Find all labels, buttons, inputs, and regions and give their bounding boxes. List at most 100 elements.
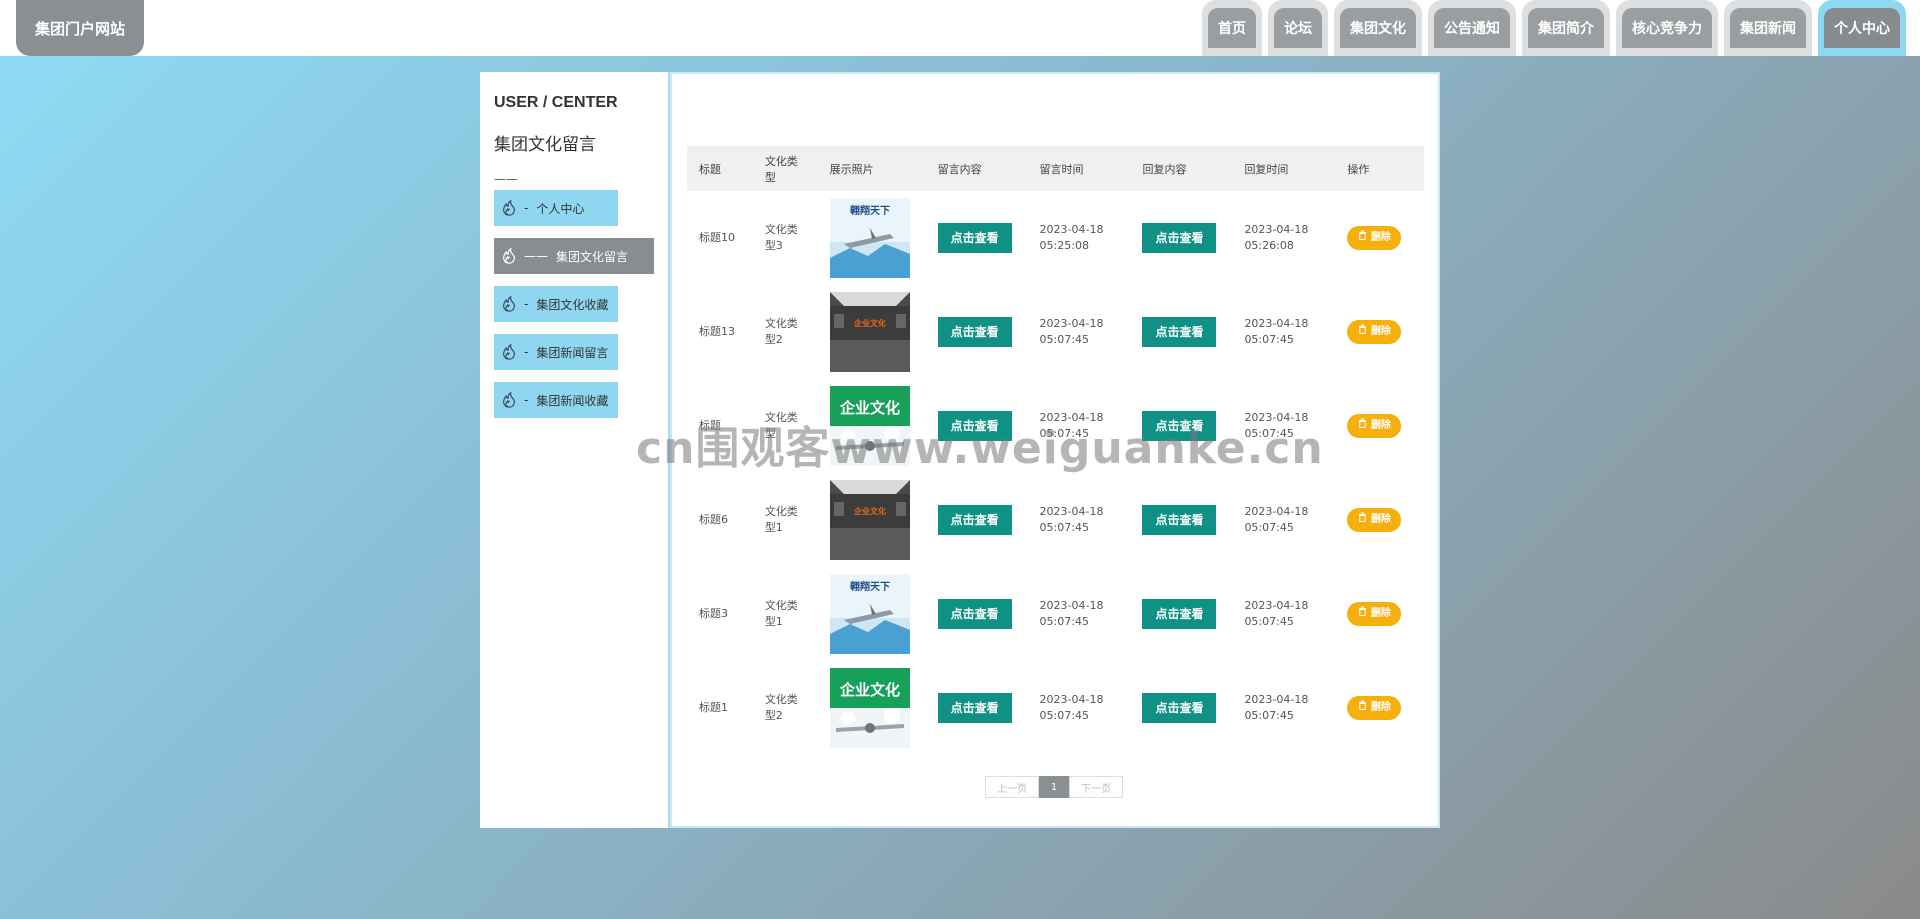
flame-icon xyxy=(500,199,524,217)
nav-item-label: 集团简介 xyxy=(1528,8,1604,48)
nav-item-3[interactable]: 公告通知 xyxy=(1428,0,1516,56)
cell-reply-time: 2023-04-18 05:07:45 xyxy=(1244,505,1309,534)
cell-type: 文化类型2 xyxy=(764,317,798,346)
trash-icon xyxy=(1358,230,1367,246)
cell-type: 文化类型3 xyxy=(764,223,798,252)
view-reply-button[interactable]: 点击查看 xyxy=(1142,317,1217,347)
delete-label: 删除 xyxy=(1370,232,1391,243)
cell-title: 标题1 xyxy=(699,701,728,714)
table-row: 标题13 文化类型2 企业文化 点击查看 2023-04-18 05:07:45 点击查看… xyxy=(687,285,1424,379)
sidebar-item-1[interactable]: —— 集团文化留言 xyxy=(494,238,654,274)
sidebar-item-label: 集团文化收藏 xyxy=(536,297,609,312)
display-photo[interactable]: 翱翔天下 xyxy=(829,198,914,278)
column-header: 留言时间 xyxy=(1039,162,1084,176)
view-message-button[interactable]: 点击查看 xyxy=(937,599,1012,629)
sidebar-item-label: 集团新闻留言 xyxy=(536,345,609,360)
nav-item-5[interactable]: 核心竞争力 xyxy=(1616,0,1718,56)
sidebar-item-0[interactable]: - 个人中心 xyxy=(494,190,618,226)
table-header-row: 标题 文化类型 展示照片 留言内容 留言时间 回复内容 回复时间 操作 xyxy=(687,146,1424,191)
cell-type: 文化类型2 xyxy=(764,693,798,722)
nav-item-label: 集团文化 xyxy=(1340,8,1416,48)
column-header: 操作 xyxy=(1347,162,1370,176)
cell-actions: 删除 xyxy=(1335,379,1424,473)
display-photo[interactable]: 企业文化 xyxy=(829,668,914,748)
cell-message-time: 2023-04-18 05:25:08 xyxy=(1039,223,1104,252)
trash-icon xyxy=(1358,324,1367,340)
cell-reply-time: 2023-04-18 05:07:45 xyxy=(1244,693,1309,722)
cell-reply: 点击查看 xyxy=(1130,473,1232,567)
sidebar-menu: - 个人中心 —— 集团文化留言 - 集团文化收藏 - 集团新闻留言 - 集团新闻收藏 xyxy=(494,190,654,430)
svg-text:企业文化: 企业文化 xyxy=(839,681,900,699)
cell-reply: 点击查看 xyxy=(1130,661,1232,755)
sidebar-item-3[interactable]: - 集团新闻留言 xyxy=(494,334,618,370)
table-row: 标题10 文化类型3 翱翔天下 点击查看 2023-04-18 05:25:08 点击查看… xyxy=(687,191,1424,285)
site-logo[interactable]: 集团门户网站 xyxy=(16,0,144,56)
svg-text:翱翔天下: 翱翔天下 xyxy=(849,204,890,217)
view-message-button[interactable]: 点击查看 xyxy=(937,693,1012,723)
delete-button[interactable]: 删除 xyxy=(1347,226,1402,250)
trash-icon xyxy=(1358,606,1367,622)
view-reply-button[interactable]: 点击查看 xyxy=(1142,599,1217,629)
sidebar-title-cn: 集团文化留言 xyxy=(494,135,596,155)
delete-button[interactable]: 删除 xyxy=(1347,696,1402,720)
cell-photo: 翱翔天下 xyxy=(818,191,926,285)
cell-actions: 删除 xyxy=(1335,567,1424,661)
delete-label: 删除 xyxy=(1370,608,1391,619)
display-photo[interactable]: 企业文化 xyxy=(829,480,914,560)
view-message-button[interactable]: 点击查看 xyxy=(937,505,1012,535)
cell-title: 标题13 xyxy=(699,325,735,338)
column-header: 回复内容 xyxy=(1142,162,1187,176)
cell-reply: 点击查看 xyxy=(1130,567,1232,661)
nav-item-0[interactable]: 首页 xyxy=(1202,0,1262,56)
cell-message: 点击查看 xyxy=(926,191,1028,285)
delete-label: 删除 xyxy=(1370,326,1391,337)
nav-item-2[interactable]: 集团文化 xyxy=(1334,0,1422,56)
cell-message: 点击查看 xyxy=(926,473,1028,567)
cell-photo: 企业文化 xyxy=(818,285,926,379)
delete-button[interactable]: 删除 xyxy=(1347,508,1402,532)
cell-actions: 删除 xyxy=(1335,661,1424,755)
delete-button[interactable]: 删除 xyxy=(1347,320,1402,344)
nav-item-4[interactable]: 集团简介 xyxy=(1522,0,1610,56)
flame-icon xyxy=(500,343,524,361)
delete-button[interactable]: 删除 xyxy=(1347,602,1402,626)
sidebar-item-4[interactable]: - 集团新闻收藏 xyxy=(494,382,618,418)
cell-message: 点击查看 xyxy=(926,661,1028,755)
nav-item-label: 论坛 xyxy=(1274,8,1322,48)
display-photo[interactable]: 企业文化 xyxy=(829,292,914,372)
page-number-button[interactable]: 1 xyxy=(1039,776,1069,798)
menu-dash: - xyxy=(524,345,529,359)
sidebar-item-2[interactable]: - 集团文化收藏 xyxy=(494,286,618,322)
svg-text:企业文化: 企业文化 xyxy=(853,318,886,328)
nav-item-6[interactable]: 集团新闻 xyxy=(1724,0,1812,56)
nav-item-1[interactable]: 论坛 xyxy=(1268,0,1328,56)
cell-type: 文化类型1 xyxy=(764,599,798,628)
cell-type: 文化类型1 xyxy=(764,505,798,534)
nav-item-7[interactable]: 个人中心 xyxy=(1818,0,1906,56)
sidebar-item-label: 集团新闻收藏 xyxy=(536,393,609,408)
view-reply-button[interactable]: 点击查看 xyxy=(1142,693,1217,723)
view-message-button[interactable]: 点击查看 xyxy=(937,223,1012,253)
view-reply-button[interactable]: 点击查看 xyxy=(1142,505,1217,535)
cell-actions: 删除 xyxy=(1335,191,1424,285)
sidebar-divider: —— xyxy=(494,172,518,186)
table-row: 标题3 文化类型1 翱翔天下 点击查看 2023-04-18 05:07:45 点击查看 2… xyxy=(687,567,1424,661)
sidebar-item-label: 集团文化留言 xyxy=(556,249,629,264)
nav-item-label: 公告通知 xyxy=(1434,8,1510,48)
delete-label: 删除 xyxy=(1370,514,1391,525)
top-bar: 集团门户网站 首页 论坛 集团文化 公告通知 集团简介 核心竞争力 集团新闻 个人中心 xyxy=(0,0,1920,56)
next-page-button[interactable]: 下一页 xyxy=(1069,776,1123,798)
delete-button[interactable]: 删除 xyxy=(1347,414,1402,438)
trash-icon xyxy=(1358,700,1367,716)
column-header: 标题 xyxy=(699,162,721,176)
prev-page-button[interactable]: 上一页 xyxy=(985,776,1039,798)
view-reply-button[interactable]: 点击查看 xyxy=(1142,223,1217,253)
delete-label: 删除 xyxy=(1370,702,1391,713)
display-photo[interactable]: 翱翔天下 xyxy=(829,574,914,654)
view-message-button[interactable]: 点击查看 xyxy=(937,317,1012,347)
cell-photo: 企业文化 xyxy=(818,473,926,567)
cell-photo: 翱翔天下 xyxy=(818,567,926,661)
trash-icon xyxy=(1358,512,1367,528)
cell-reply-time: 2023-04-18 05:07:45 xyxy=(1244,317,1309,346)
cell-title: 标题6 xyxy=(699,513,728,526)
